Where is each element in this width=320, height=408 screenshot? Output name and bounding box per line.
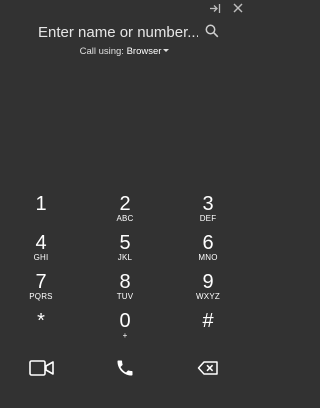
search-icon[interactable]	[205, 24, 219, 38]
dial-key-digit: 0	[119, 310, 131, 332]
dial-key-digit: 7	[35, 271, 47, 293]
search-input[interactable]	[38, 22, 198, 42]
dial-key-digit: 6	[202, 232, 214, 254]
call-provider-value: Browser	[126, 46, 162, 57]
dial-key-hash[interactable]: #	[178, 311, 238, 345]
dial-key-digit: 5	[119, 232, 131, 254]
video-camera-icon	[29, 359, 55, 382]
call-actions	[0, 358, 249, 382]
dial-key-digit: *	[37, 310, 45, 332]
call-button[interactable]	[111, 358, 139, 382]
call-using-label: Call using:	[79, 46, 124, 57]
dial-key-letters: GHI	[33, 253, 49, 262]
dial-key-digit: 2	[119, 193, 131, 215]
dial-key-digit: 9	[202, 271, 214, 293]
call-using-selector: Call using: Browser	[0, 46, 249, 57]
video-call-button[interactable]	[28, 358, 56, 382]
dial-key-digit: 8	[119, 271, 131, 293]
search-bar	[0, 22, 249, 42]
call-provider-dropdown[interactable]: Browser	[127, 46, 170, 57]
dial-key-3[interactable]: 3 DEF	[178, 194, 238, 228]
dial-key-letters: PQRS	[29, 292, 53, 301]
backspace-icon	[197, 360, 219, 381]
dial-key-2[interactable]: 2 ABC	[95, 194, 155, 228]
dial-key-9[interactable]: 9 WXYZ	[178, 272, 238, 306]
chevron-down-icon	[163, 48, 170, 52]
phone-icon	[115, 358, 135, 383]
dial-key-digit: 4	[35, 232, 47, 254]
dial-key-letters: +	[122, 331, 128, 340]
dial-key-letters: JKL	[117, 253, 133, 262]
backspace-button[interactable]	[194, 358, 222, 382]
dial-key-letters: WXYZ	[196, 292, 220, 301]
dial-key-digit: 1	[35, 193, 47, 215]
dial-key-8[interactable]: 8 TUV	[95, 272, 155, 306]
dial-key-letters: TUV	[116, 292, 134, 301]
dial-key-digit: #	[202, 310, 214, 332]
popout-icon[interactable]	[208, 1, 222, 15]
dial-key-letters: MNO	[198, 253, 218, 262]
close-icon[interactable]	[231, 1, 245, 15]
dial-key-6[interactable]: 6 MNO	[178, 233, 238, 267]
dial-key-letters: DEF	[199, 214, 217, 223]
dial-key-0[interactable]: 0 +	[95, 311, 155, 345]
dial-key-7[interactable]: 7 PQRS	[11, 272, 71, 306]
dial-key-star[interactable]: *	[11, 311, 71, 345]
dial-key-5[interactable]: 5 JKL	[95, 233, 155, 267]
dial-key-digit: 3	[202, 193, 214, 215]
window-controls	[208, 0, 245, 16]
dial-key-4[interactable]: 4 GHI	[11, 233, 71, 267]
dial-key-1[interactable]: 1	[11, 194, 71, 228]
dial-key-letters: ABC	[116, 214, 134, 223]
dialer-panel: Call using: Browser 1 2 ABC 3 DEF 4 GHI …	[0, 0, 249, 408]
